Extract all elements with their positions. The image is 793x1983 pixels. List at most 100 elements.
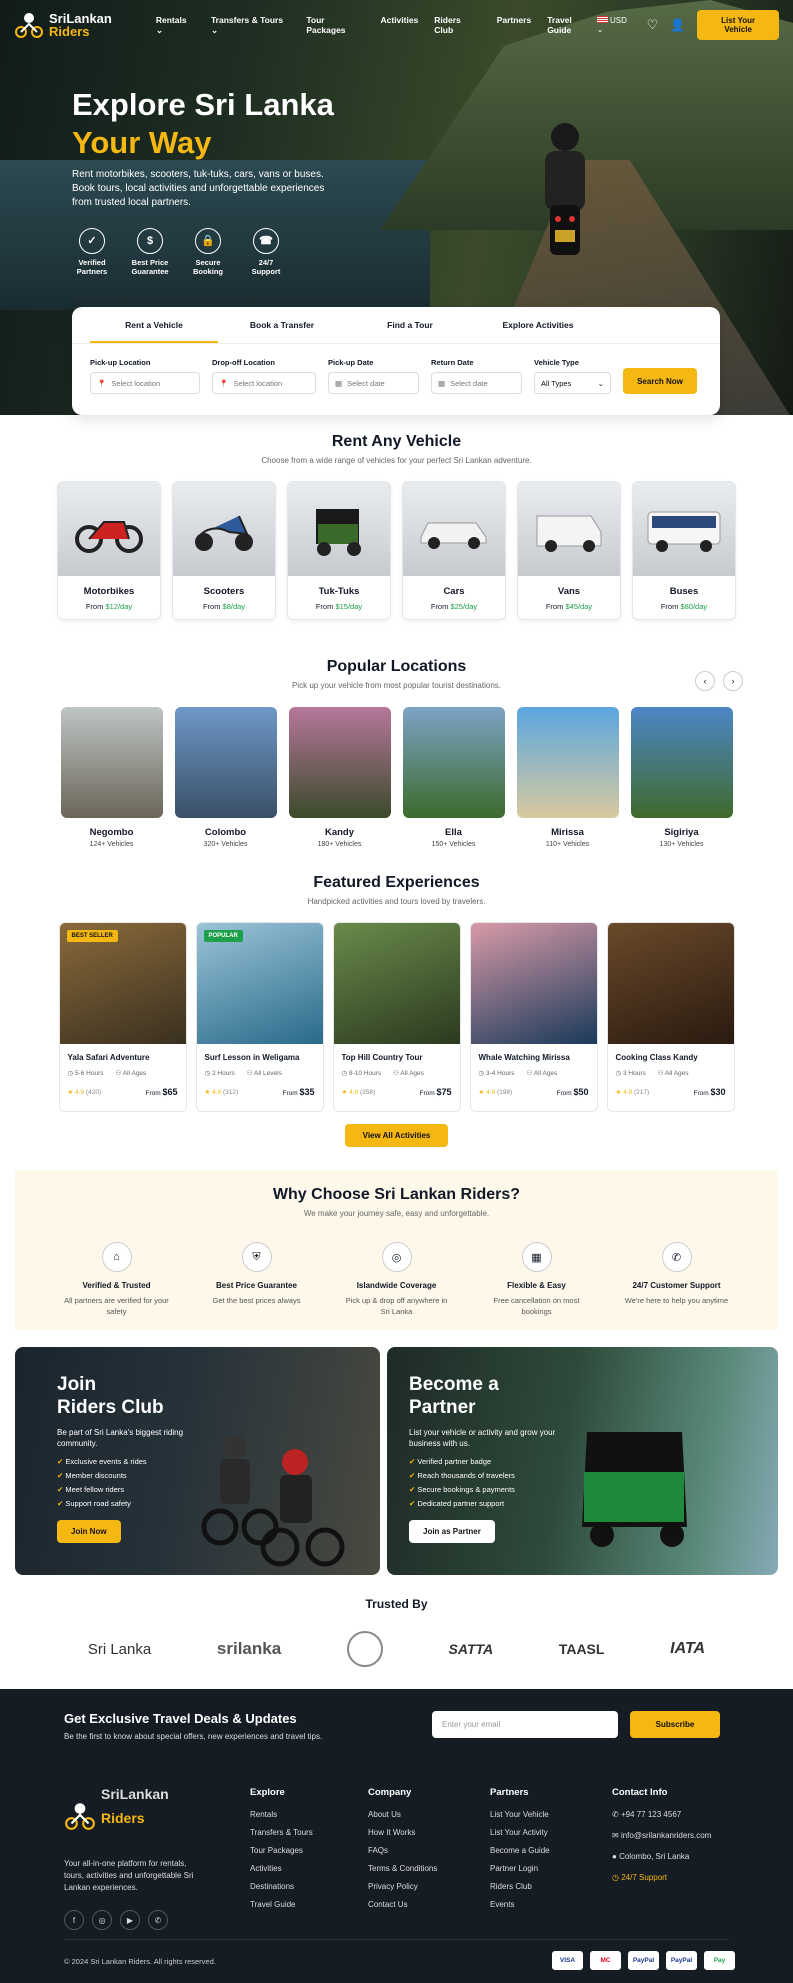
whatsapp-icon[interactable]: ✆ [148,1910,168,1930]
reviews: (258) [360,1089,376,1096]
footer-col-title: Partners [490,1787,529,1798]
from-label: From [202,602,223,611]
footer-link[interactable]: Terms & Conditions [368,1864,437,1873]
footer-link[interactable]: Contact Us [368,1900,437,1909]
menu-rentals[interactable]: Rentals ⌄ [156,15,195,36]
footer-link[interactable]: Riders Club [490,1882,550,1891]
location-card-sigiriya[interactable]: Sigiriya 130+ Vehicles [630,707,733,848]
view-all-wrap: View All Activities [0,1124,793,1147]
vehicle-price: From $15/day [288,602,390,611]
join-as-partner-button[interactable]: Join as Partner [409,1520,495,1543]
tab-book-transfer[interactable]: Book a Transfer [218,307,346,343]
return-date-input[interactable]: ▦ Select date [431,372,522,394]
search-now-button[interactable]: Search Now [623,368,697,394]
vehicle-card-vans[interactable]: Vans From $45/day [517,481,621,620]
riders-image [201,1435,345,1567]
newsletter-title: Get Exclusive Travel Deals & Updates [64,1711,297,1726]
footer-link[interactable]: Activities [250,1864,313,1873]
facebook-icon[interactable]: f [64,1910,84,1930]
heart-icon[interactable]: ♡ [647,17,659,33]
footer-link[interactable]: About Us [368,1810,437,1819]
vehicle-card-tuk-tuks[interactable]: Tuk-Tuks From $15/day [287,481,391,620]
instagram-icon[interactable]: ◎ [92,1910,112,1930]
footer-link[interactable]: FAQs [368,1846,437,1855]
location-card-mirissa[interactable]: Mirissa 110+ Vehicles [516,707,619,848]
experience-meta: ◷ 3-4 Hours ⚇ All Ages [471,1062,597,1077]
footer-logo[interactable]: SriLankan Riders [64,1787,199,1844]
chevron-left-icon[interactable]: ‹ [695,671,715,691]
experience-card[interactable]: Top Hill Country Tour ◷ 8-10 Hours ⚇ All A… [332,922,461,1112]
tab-rent-vehicle[interactable]: Rent a Vehicle [90,307,218,343]
view-all-activities-button[interactable]: View All Activities [344,1124,449,1147]
menu-transfers-tours[interactable]: Transfers & Tours ⌄ [211,15,290,36]
satta-logo: SATTA [448,1641,494,1657]
partner-logos: Sri Lanka srilanka SATTA TAASL IATA [0,1631,793,1667]
menu-activities[interactable]: Activities [381,15,419,36]
footer-link[interactable]: Destinations [250,1882,313,1891]
pickup-location-input[interactable]: 📍 Select location [90,372,200,394]
why-item-desc: We're here to help you anytime [624,1296,729,1305]
footer-link[interactable]: List Your Activity [490,1828,550,1837]
experience-card[interactable]: POPULAR Surf Lesson in Weligama ◷ 2 Hours ⚇… [195,922,324,1112]
footer-link[interactable]: Partner Login [490,1864,550,1873]
footer-link[interactable]: How It Works [368,1828,437,1837]
experience-price: From $50 [556,1087,588,1097]
footer-link[interactable]: Transfers & Tours [250,1828,313,1837]
location-card-colombo[interactable]: Colombo 320+ Vehicles [174,707,277,848]
location-image [288,707,391,818]
location-card-kandy[interactable]: Kandy 180+ Vehicles [288,707,391,848]
iata-logo: IATA [670,1640,706,1657]
footer-link[interactable]: List Your Vehicle [490,1810,550,1819]
tab-explore-activities[interactable]: Explore Activities [474,307,602,343]
why-subtitle: We make your journey safe, easy and unfo… [303,1209,490,1218]
duration: 3 Hours [622,1070,646,1077]
footer-link[interactable]: Events [490,1900,550,1909]
menu-tour-packages[interactable]: Tour Packages [306,15,364,36]
footer-link[interactable]: Tour Packages [250,1846,313,1855]
feature-secure: 🔒 Secure Booking [188,228,228,276]
user-icon[interactable]: 👤 [670,18,685,32]
menu-partners[interactable]: Partners [497,15,532,36]
hero-features: ✓ Verified Partners $ Best Price Guarantee… [72,228,286,276]
footer-link[interactable]: Become a Guide [490,1846,550,1855]
vehicle-price: From $12/day [58,602,160,611]
pickup-date-input[interactable]: ▦ Select date [328,372,419,394]
tab-find-tour[interactable]: Find a Tour [346,307,474,343]
vehicle-card-cars[interactable]: Cars From $25/day [402,481,506,620]
rating: 4.8 [212,1089,222,1096]
footer-col-title: Explore [250,1787,285,1798]
list-vehicle-button[interactable]: List Your Vehicle [697,10,779,40]
experience-card[interactable]: Cooking Class Kandy ◷ 3 Hours ⚇ All Ages ★ … [606,922,735,1112]
top-nav: SriLankan Riders Rentals ⌄ Transfers & To… [0,0,793,50]
logo-line2: Riders [49,24,90,39]
experience-card[interactable]: BEST SELLER Yala Safari Adventure ◷ 5-6 Ho… [58,922,187,1112]
menu-travel-guide[interactable]: Travel Guide [547,15,597,36]
dropoff-location-input[interactable]: 📍 Select location [212,372,316,394]
locations-title: Popular Locations [326,658,467,675]
site-logo[interactable]: SriLankan Riders [14,12,112,38]
location-card-negombo[interactable]: Negombo 124+ Vehicles [60,707,163,848]
currency-selector[interactable]: USD ⌄ [596,16,635,34]
footer-link[interactable]: Privacy Policy [368,1882,437,1891]
vehicle-card-motorbikes[interactable]: Motorbikes From $12/day [57,481,161,620]
vehicle-card-buses[interactable]: Buses From $80/day [632,481,736,620]
currency-label: USD [610,16,627,25]
footer-link[interactable]: Travel Guide [250,1900,313,1909]
youtube-icon[interactable]: ▶ [120,1910,140,1930]
location-name: Negombo [89,827,134,838]
join-now-button[interactable]: Join Now [57,1520,121,1543]
vehicle-type-select[interactable]: All Types ⌄ [534,372,611,394]
location-count: 130+ Vehicles [659,841,704,848]
subscribe-button[interactable]: Subscribe [630,1711,720,1738]
dropoff-location-field: Drop-off Location 📍 Select location [212,358,316,394]
experience-card[interactable]: Whale Watching Mirissa ◷ 3-4 Hours ⚇ All A… [469,922,598,1112]
chevron-right-icon[interactable]: › [723,671,743,691]
location-card-ella[interactable]: Ella 150+ Vehicles [402,707,505,848]
menu-riders-club[interactable]: Riders Club [434,15,480,36]
vehicle-card-scooters[interactable]: Scooters From $8/day [172,481,276,620]
footer-link[interactable]: Rentals [250,1810,313,1819]
email-input[interactable]: Enter your email [432,1711,618,1738]
location-image [60,707,163,818]
seal-logo [346,1631,383,1667]
location-carousel-controls: ‹ › [695,671,743,691]
